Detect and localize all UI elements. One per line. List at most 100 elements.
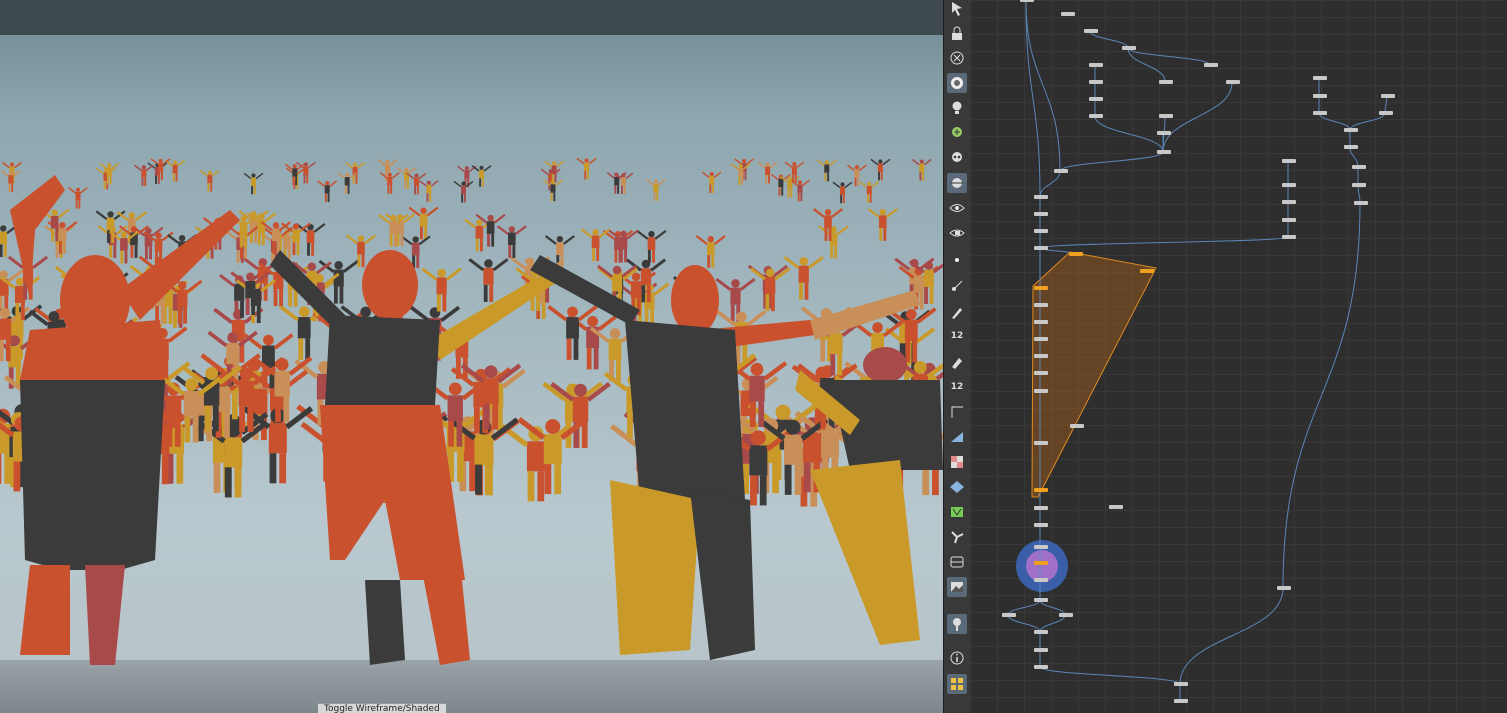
crowd-figure bbox=[471, 165, 492, 187]
prim-numbers-tool[interactable]: 12 bbox=[947, 377, 967, 397]
crowd-figure bbox=[544, 160, 565, 183]
network-node[interactable] bbox=[1157, 150, 1171, 154]
network-node[interactable] bbox=[1313, 94, 1327, 98]
skull-tool[interactable] bbox=[947, 148, 967, 168]
network-node[interactable] bbox=[1174, 699, 1188, 703]
eye-camera-tool[interactable] bbox=[947, 223, 967, 243]
network-node[interactable] bbox=[1089, 114, 1103, 118]
network-node[interactable] bbox=[1159, 80, 1173, 84]
uv-tool[interactable] bbox=[947, 502, 967, 522]
network-node[interactable] bbox=[1204, 63, 1218, 67]
ghost-object-tool[interactable] bbox=[947, 173, 967, 193]
skull-icon bbox=[952, 152, 962, 162]
point-tool[interactable] bbox=[947, 250, 967, 270]
network-node[interactable] bbox=[1061, 12, 1075, 16]
network-node[interactable] bbox=[1354, 201, 1368, 205]
network-node[interactable] bbox=[1352, 183, 1366, 187]
network-node[interactable] bbox=[1159, 114, 1173, 118]
network-node[interactable] bbox=[1089, 97, 1103, 101]
screen-tool[interactable] bbox=[947, 552, 967, 572]
network-node[interactable] bbox=[1034, 665, 1048, 669]
network-node[interactable] bbox=[1034, 523, 1048, 527]
eye-tool[interactable] bbox=[947, 198, 967, 218]
network-node[interactable] bbox=[1034, 630, 1048, 634]
network-node[interactable] bbox=[1344, 145, 1358, 149]
camera-tool[interactable] bbox=[947, 73, 967, 93]
info-tool[interactable] bbox=[947, 648, 967, 668]
network-node[interactable] bbox=[1034, 371, 1048, 375]
network-node[interactable] bbox=[1034, 598, 1048, 602]
close-circle-tool[interactable] bbox=[947, 48, 967, 68]
point-numbers-tool[interactable]: 12 bbox=[947, 326, 967, 346]
select-tool[interactable] bbox=[947, 0, 967, 18]
normal-line-tool[interactable] bbox=[947, 276, 967, 296]
grid-view-icon bbox=[951, 678, 963, 690]
network-node[interactable] bbox=[1282, 218, 1296, 222]
network-node[interactable] bbox=[1313, 111, 1327, 115]
network-node[interactable] bbox=[1034, 389, 1048, 393]
add-light-tool[interactable] bbox=[947, 123, 967, 143]
network-node[interactable] bbox=[1034, 545, 1048, 549]
network-node[interactable] bbox=[1157, 131, 1171, 135]
network-node[interactable] bbox=[1034, 229, 1048, 233]
node-network-editor[interactable] bbox=[970, 0, 1507, 713]
crowd-figure bbox=[295, 223, 326, 256]
network-node[interactable] bbox=[1140, 269, 1154, 273]
network-node[interactable] bbox=[1174, 682, 1188, 686]
checker-tool[interactable] bbox=[947, 452, 967, 472]
shape-tool[interactable] bbox=[947, 427, 967, 447]
network-node[interactable] bbox=[1379, 111, 1393, 115]
fan-tool[interactable] bbox=[947, 527, 967, 547]
network-node[interactable] bbox=[1282, 235, 1296, 239]
network-node[interactable] bbox=[1034, 212, 1048, 216]
network-node[interactable] bbox=[1034, 506, 1048, 510]
vector-pen-tool[interactable] bbox=[947, 302, 967, 322]
network-node[interactable] bbox=[1226, 80, 1240, 84]
network-node[interactable] bbox=[1020, 0, 1034, 2]
light-bulb-tool[interactable] bbox=[947, 98, 967, 118]
network-node[interactable] bbox=[1084, 29, 1098, 33]
network-node[interactable] bbox=[1054, 169, 1068, 173]
close-circle-icon bbox=[950, 51, 964, 65]
network-node[interactable] bbox=[1034, 578, 1048, 582]
network-node[interactable] bbox=[1313, 76, 1327, 80]
lock-tool[interactable] bbox=[947, 23, 967, 43]
network-node[interactable] bbox=[1034, 246, 1048, 250]
network-node[interactable] bbox=[1034, 561, 1048, 565]
network-node[interactable] bbox=[1034, 303, 1048, 307]
crowd-figure bbox=[730, 163, 751, 185]
grid-view-tool[interactable] bbox=[947, 674, 967, 694]
network-node[interactable] bbox=[1381, 94, 1395, 98]
network-node[interactable] bbox=[1034, 195, 1048, 199]
network-node[interactable] bbox=[1089, 63, 1103, 67]
network-node[interactable] bbox=[1122, 46, 1136, 50]
network-node[interactable] bbox=[1089, 80, 1103, 84]
network-node[interactable] bbox=[1282, 159, 1296, 163]
network-node[interactable] bbox=[1034, 286, 1048, 290]
network-node[interactable] bbox=[1002, 613, 1016, 617]
network-node[interactable] bbox=[1059, 613, 1073, 617]
network-node[interactable] bbox=[1109, 505, 1123, 509]
network-node[interactable] bbox=[1069, 252, 1083, 256]
node-wire bbox=[1039, 236, 1289, 249]
network-node[interactable] bbox=[1282, 200, 1296, 204]
network-node[interactable] bbox=[1282, 183, 1296, 187]
network-node[interactable] bbox=[1034, 354, 1048, 358]
network-node[interactable] bbox=[1034, 488, 1048, 492]
node-wire bbox=[1089, 30, 1129, 49]
background-image-tool[interactable] bbox=[947, 577, 967, 597]
network-node[interactable] bbox=[1034, 320, 1048, 324]
node-wire bbox=[1094, 115, 1164, 153]
network-node[interactable] bbox=[1070, 424, 1084, 428]
network-node[interactable] bbox=[1034, 337, 1048, 341]
network-node[interactable] bbox=[1277, 586, 1291, 590]
layers-tool[interactable] bbox=[947, 477, 967, 497]
scene-viewport[interactable]: Toggle Wireframe/Shaded bbox=[0, 0, 943, 713]
network-node[interactable] bbox=[1344, 128, 1358, 132]
brush-tool[interactable] bbox=[947, 352, 967, 372]
pin-tool[interactable] bbox=[947, 614, 967, 634]
corner-tool[interactable] bbox=[947, 402, 967, 422]
network-node[interactable] bbox=[1034, 441, 1048, 445]
network-node[interactable] bbox=[1352, 165, 1366, 169]
network-node[interactable] bbox=[1034, 648, 1048, 652]
